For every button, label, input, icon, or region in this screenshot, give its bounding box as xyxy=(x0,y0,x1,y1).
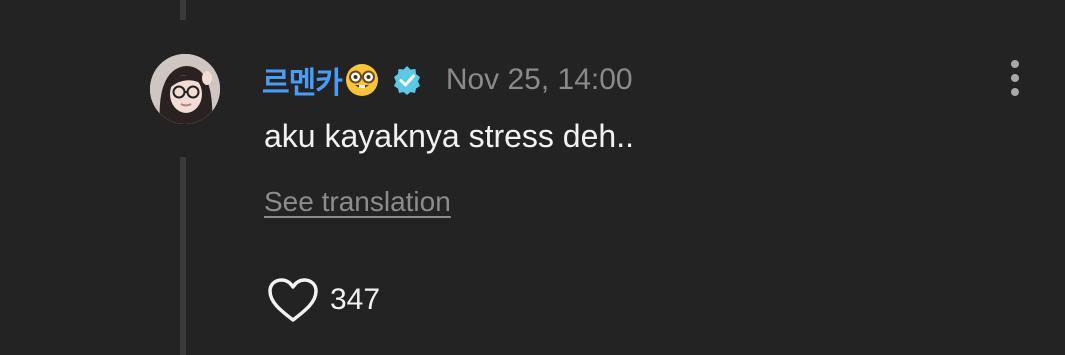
username[interactable]: 르멘카 xyxy=(262,58,343,102)
comment-text: aku kayaknya stress deh.. xyxy=(264,118,634,154)
thread-line-top xyxy=(180,0,186,20)
heart-outline-icon[interactable] xyxy=(266,276,320,324)
nerd-face-icon xyxy=(342,62,380,98)
like-button[interactable]: 347 xyxy=(266,276,380,324)
comment-header: 르멘카 Nov 25, 14:00 xyxy=(262,58,633,102)
like-count: 347 xyxy=(330,283,381,316)
comment-timestamp: Nov 25, 14:00 xyxy=(445,63,633,96)
verified-badge-icon xyxy=(380,65,422,95)
thread-line-bottom xyxy=(180,157,186,355)
more-vertical-icon[interactable] xyxy=(1004,60,1026,96)
see-translation-link[interactable]: See translation xyxy=(264,186,451,218)
avatar[interactable] xyxy=(150,54,220,124)
